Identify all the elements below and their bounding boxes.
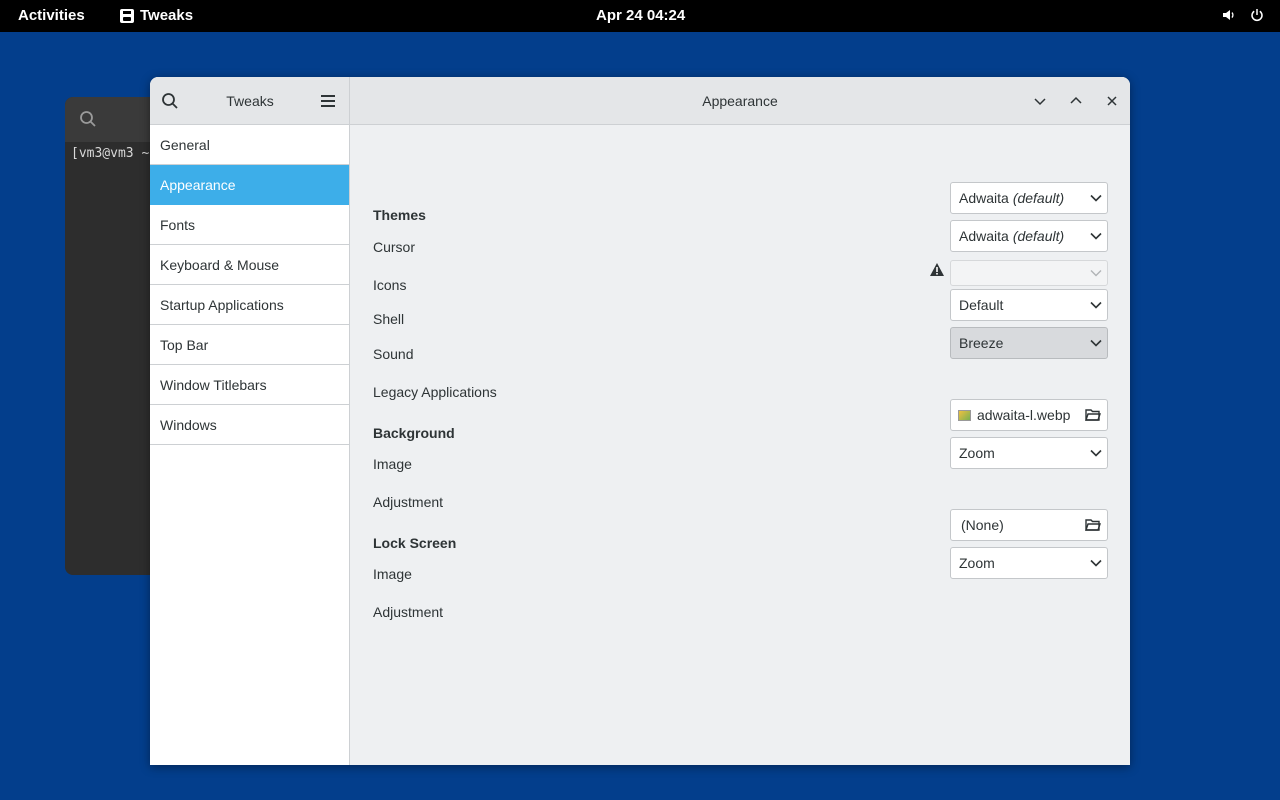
chevron-down-icon [1089, 191, 1103, 208]
chevron-down-icon [1089, 298, 1103, 315]
lock-screen-adjustment-label: Adjustment [373, 604, 444, 620]
icons-label: Icons [373, 277, 407, 293]
background-image-value: adwaita-l.webp [977, 407, 1071, 423]
icons-value: Adwaita [959, 228, 1009, 244]
legacy-applications-dropdown[interactable]: Breeze [950, 327, 1108, 359]
legacy-applications-label: Legacy Applications [373, 384, 497, 400]
tweaks-window: Tweaks Appearance General Appearance Fon… [150, 77, 1130, 765]
cursor-label: Cursor [373, 239, 416, 255]
tweaks-app-icon [120, 8, 134, 23]
background-adjustment-label: Adjustment [373, 494, 444, 510]
sidebar-item-general[interactable]: General [150, 125, 349, 165]
sidebar-item-appearance[interactable]: Appearance [150, 165, 349, 205]
app-menu-button[interactable]: Tweaks [120, 7, 193, 24]
chevron-down-icon [1089, 446, 1103, 463]
sound-dropdown[interactable]: Default [950, 289, 1108, 321]
header-bar: Tweaks Appearance [150, 77, 1130, 125]
chevron-down-icon [1089, 336, 1103, 353]
sidebar: General Appearance Fonts Keyboard & Mous… [150, 125, 350, 765]
cursor-value: Adwaita [959, 190, 1009, 206]
sidebar-item-startup-applications[interactable]: Startup Applications [150, 285, 349, 325]
sidebar-item-windows[interactable]: Windows [150, 405, 349, 445]
chevron-down-icon [1089, 556, 1103, 573]
hamburger-menu-icon[interactable] [320, 93, 336, 114]
background-image-chooser[interactable]: adwaita-l.webp [950, 399, 1108, 431]
activities-button[interactable]: Activities [18, 7, 85, 24]
minimize-icon[interactable] [1032, 93, 1048, 109]
chevron-down-icon [1089, 266, 1103, 283]
lock-screen-image-value: (None) [961, 517, 1004, 533]
maximize-icon[interactable] [1068, 93, 1084, 109]
page-title: Appearance [702, 93, 778, 109]
background-heading: Background [373, 425, 455, 441]
power-icon [1250, 8, 1264, 22]
close-icon[interactable] [1104, 93, 1120, 109]
cursor-dropdown[interactable]: Adwaita (default) [950, 182, 1108, 214]
sidebar-item-top-bar[interactable]: Top Bar [150, 325, 349, 365]
background-image-label: Image [373, 456, 412, 472]
lock-screen-adjustment-value: Zoom [959, 555, 995, 571]
sound-value: Default [959, 297, 1004, 313]
sidebar-item-keyboard-mouse[interactable]: Keyboard & Mouse [150, 245, 349, 285]
warning-icon [929, 262, 945, 283]
lock-screen-heading: Lock Screen [373, 535, 457, 551]
image-file-icon [958, 409, 971, 421]
shell-dropdown[interactable] [950, 260, 1108, 286]
appearance-panel: Themes Cursor Adwaita (default) Icons Adw… [351, 125, 1130, 765]
chevron-down-icon [1089, 229, 1103, 246]
shell-label: Shell [373, 311, 405, 327]
themes-heading: Themes [373, 207, 426, 223]
top-bar: Activities Tweaks Apr 24 04:24 [0, 0, 1280, 32]
lock-screen-image-label: Image [373, 566, 412, 582]
lock-screen-adjustment-dropdown[interactable]: Zoom [950, 547, 1108, 579]
app-name: Tweaks [140, 7, 194, 24]
background-adjustment-value: Zoom [959, 445, 995, 461]
icons-dropdown[interactable]: Adwaita (default) [950, 220, 1108, 252]
cursor-default-tag: (default) [1012, 190, 1065, 206]
legacy-applications-value: Breeze [959, 335, 1004, 351]
sound-label: Sound [373, 346, 414, 362]
lock-screen-image-chooser[interactable]: (None) [950, 509, 1108, 541]
system-status-area[interactable] [1222, 8, 1264, 22]
folder-open-icon [1085, 408, 1101, 425]
clock[interactable]: Apr 24 04:24 [596, 7, 685, 24]
folder-open-icon [1085, 518, 1101, 535]
sidebar-item-window-titlebars[interactable]: Window Titlebars [150, 365, 349, 405]
background-adjustment-dropdown[interactable]: Zoom [950, 437, 1108, 469]
search-icon[interactable] [79, 110, 97, 133]
sidebar-header: Tweaks [150, 77, 350, 125]
volume-icon [1222, 8, 1236, 22]
icons-default-tag: (default) [1012, 228, 1065, 244]
sidebar-item-fonts[interactable]: Fonts [150, 205, 349, 245]
